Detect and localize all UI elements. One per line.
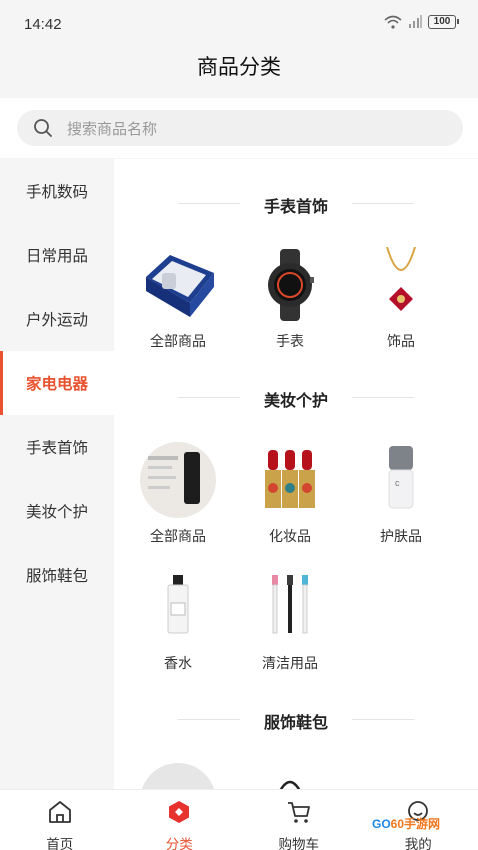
nav-cart[interactable]: 购物车	[239, 790, 359, 850]
subcategory-item[interactable]: 香水	[128, 569, 228, 673]
nav-category[interactable]: 分类	[120, 790, 240, 850]
sidebar-item-apparel[interactable]: 服饰鞋包	[0, 543, 114, 607]
svg-text:c: c	[395, 478, 400, 488]
status-bar: 14:42 100	[0, 0, 478, 50]
subcategory-label: 化妆品	[269, 528, 311, 544]
nav-label: 购物车	[278, 837, 320, 850]
page-title: 商品分类	[197, 56, 281, 79]
subcategory-item-partial[interactable]	[128, 763, 228, 789]
watermark-logo: GO 60 手游网	[372, 816, 441, 832]
status-time: 14:42	[24, 16, 62, 33]
sidebar-item-label: 日常用品	[26, 248, 89, 265]
page-header: 商品分类	[0, 50, 478, 98]
subcategory-item[interactable]: 清洁用品	[240, 569, 340, 673]
category-content: 手表首饰 全部商品 手表 饰品 美妆个护 全部商品 化妆品 c 护肤品 香水 清…	[114, 159, 478, 789]
bag-item-image	[252, 771, 328, 789]
subcategory-item-partial[interactable]	[240, 771, 340, 789]
search-input[interactable]: 搜索商品名称	[17, 110, 463, 146]
skincare-tube-image	[140, 442, 216, 518]
subcategory-label: 香水	[164, 655, 192, 671]
subcategory-item[interactable]: 化妆品	[240, 442, 340, 546]
subcategory-label: 全部商品	[150, 528, 206, 544]
subcategory-label: 全部商品	[150, 333, 206, 349]
subcategory-item[interactable]: 饰品	[351, 246, 451, 351]
sidebar-item-outdoor[interactable]: 户外运动	[0, 287, 114, 351]
home-icon	[48, 801, 71, 823]
nav-home[interactable]: 首页	[0, 790, 120, 850]
subcategory-item[interactable]: 手表	[240, 247, 340, 351]
nav-label: 分类	[165, 837, 193, 850]
subcategory-item[interactable]: c 护肤品	[351, 442, 451, 546]
sidebar-item-label: 户外运动	[26, 312, 89, 329]
subcategory-label: 手表	[276, 333, 304, 349]
section-title: 服饰鞋包	[114, 709, 478, 733]
toothbrush-heads-image	[252, 569, 328, 645]
wifi-icon	[384, 15, 402, 29]
section-title: 美妆个护	[114, 387, 478, 411]
watch-box-image	[140, 247, 216, 323]
necklace-image	[363, 246, 439, 323]
subcategory-label: 清洁用品	[262, 655, 318, 671]
sidebar-item-beauty[interactable]: 美妆个护	[0, 479, 114, 543]
subcategory-item[interactable]: 全部商品	[128, 442, 228, 546]
sidebar-item-watches[interactable]: 手表首饰	[0, 415, 114, 479]
section-title: 手表首饰	[114, 193, 478, 217]
apparel-item-image	[140, 763, 216, 789]
search-bar-container: 搜索商品名称	[0, 98, 478, 158]
sidebar-item-label: 美妆个护	[26, 504, 89, 521]
status-icons: 100	[384, 15, 459, 29]
sidebar-item-label: 手机数码	[26, 184, 89, 201]
nav-label: 我的	[404, 837, 432, 850]
sidebar-item-label: 手表首饰	[26, 440, 89, 457]
subcategory-label: 饰品	[387, 333, 415, 349]
battery-indicator: 100	[428, 15, 459, 29]
sidebar-item-label: 服饰鞋包	[26, 568, 89, 585]
category-sidebar: 手机数码 日常用品 户外运动 家电电器 手表首饰 美妆个护 服饰鞋包	[0, 159, 114, 789]
sidebar-item-label: 家电电器	[26, 376, 89, 393]
cream-bottle-image: c	[363, 442, 439, 518]
signal-icon	[409, 15, 422, 28]
subcategory-item[interactable]: 全部商品	[128, 247, 228, 351]
search-icon	[34, 119, 52, 137]
cart-icon	[287, 802, 310, 823]
search-placeholder: 搜索商品名称	[67, 120, 158, 138]
sidebar-item-daily[interactable]: 日常用品	[0, 223, 114, 287]
category-icon	[169, 801, 190, 823]
sidebar-item-appliances[interactable]: 家电电器	[0, 351, 114, 415]
lipsticks-image	[252, 442, 328, 518]
nav-label: 首页	[46, 837, 74, 850]
perfume-bottle-image	[140, 569, 216, 645]
subcategory-label: 护肤品	[380, 528, 422, 544]
sidebar-item-phones[interactable]: 手机数码	[0, 159, 114, 223]
smartwatch-image	[252, 247, 328, 323]
